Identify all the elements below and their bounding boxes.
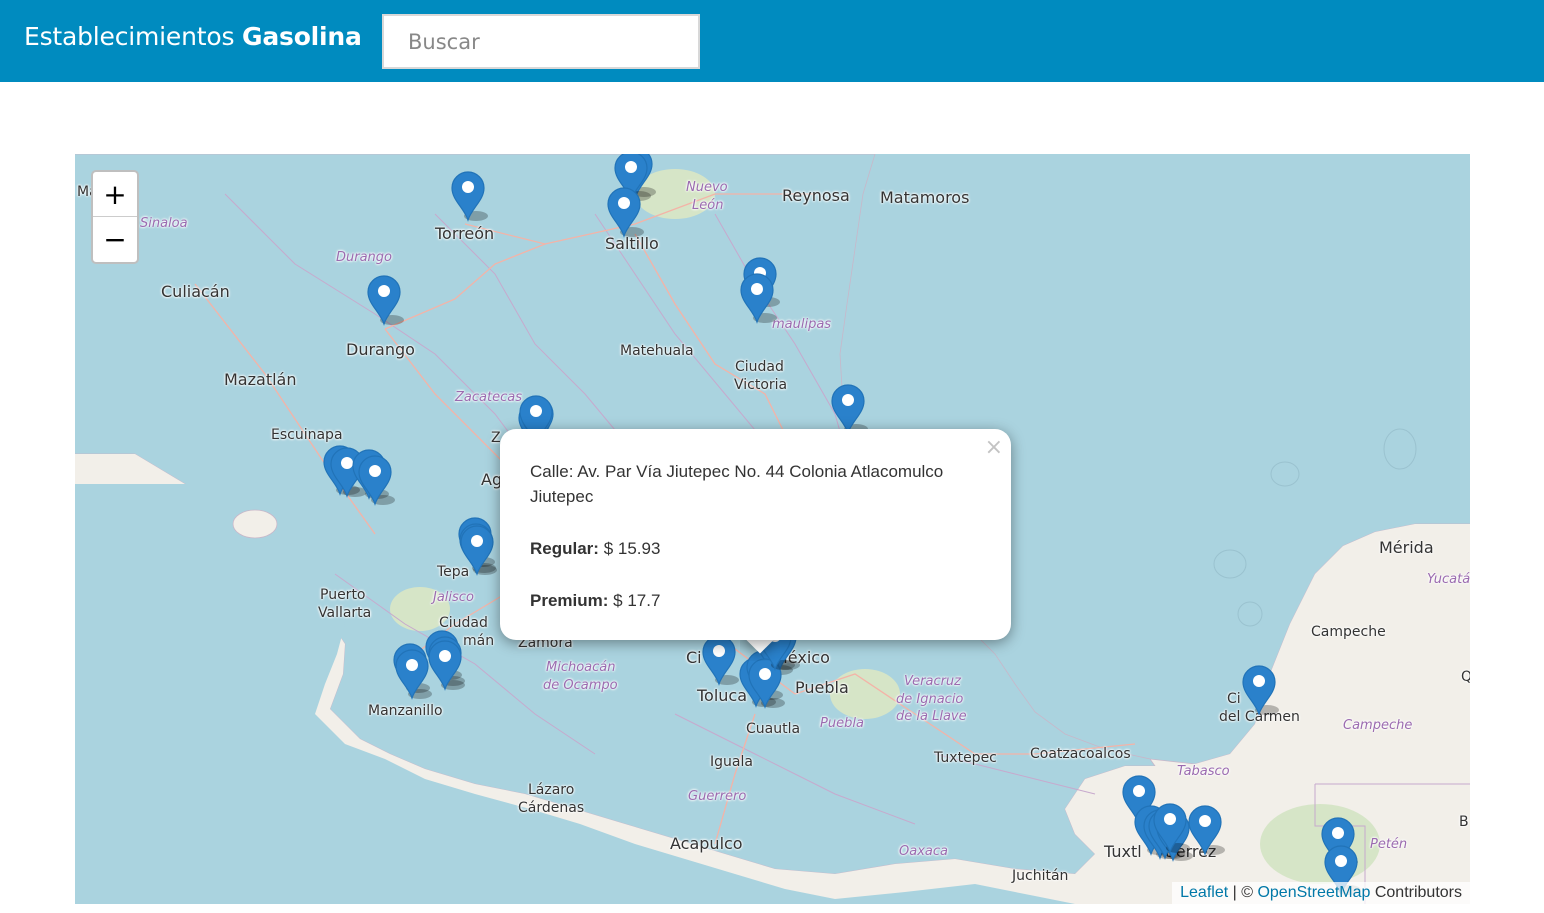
- city-label: Lázaro: [528, 782, 575, 798]
- map-marker-icon[interactable]: [606, 186, 644, 238]
- map-marker-icon[interactable]: [366, 274, 404, 326]
- city-label: Puerto: [320, 587, 366, 603]
- state-label: maulipas: [772, 317, 832, 332]
- city-label: Manzanillo: [368, 703, 443, 719]
- state-label: Veracruz: [904, 674, 961, 689]
- premium-label: Premium:: [530, 591, 609, 610]
- city-label: Acapulco: [670, 834, 743, 853]
- map-marker-icon[interactable]: [357, 454, 395, 506]
- city-label: Mérida: [1379, 538, 1434, 557]
- map-marker-icon[interactable]: [830, 383, 868, 435]
- city-label: Reynosa: [782, 186, 850, 205]
- city-label: Culiacán: [161, 282, 230, 301]
- navbar: Establecimientos Gasolina: [0, 0, 1544, 82]
- osm-link[interactable]: OpenStreetMap: [1257, 884, 1370, 901]
- state-label: Oaxaca: [899, 844, 948, 859]
- state-label: Tabasco: [1177, 764, 1230, 779]
- map-marker-icon[interactable]: [1152, 802, 1190, 854]
- station-popup: × Calle: Av. Par Vía Jiutepec No. 44 Col…: [500, 429, 1011, 640]
- map-marker-icon[interactable]: [459, 524, 497, 576]
- city-label: B: [1459, 814, 1469, 830]
- city-label: Matehuala: [620, 343, 694, 359]
- state-label: de la Llave: [896, 709, 967, 724]
- city-label: Torreón: [435, 224, 495, 243]
- popup-premium: Premium: $ 17.7: [530, 588, 981, 613]
- city-label: Ag: [481, 470, 503, 489]
- premium-price: $ 17.7: [608, 591, 661, 610]
- city-label: Campeche: [1311, 624, 1386, 640]
- city-label: Ci: [1227, 691, 1241, 707]
- state-label: Nuevo: [686, 180, 728, 195]
- zoom-out-button[interactable]: −: [93, 217, 137, 262]
- state-label: de Ignacio: [896, 692, 964, 707]
- state-label: Yucatá: [1427, 572, 1470, 587]
- state-label: Zacatecas: [455, 390, 522, 405]
- state-label: Michoacán: [546, 660, 616, 675]
- popup-tip: [740, 639, 780, 661]
- popup-address: Calle: Av. Par Vía Jiutepec No. 44 Colon…: [530, 462, 944, 506]
- zoom-control: + −: [91, 170, 139, 264]
- map-marker-icon[interactable]: [701, 634, 739, 686]
- city-label: Cuautla: [746, 721, 801, 737]
- leaflet-link[interactable]: Leaflet: [1180, 884, 1228, 901]
- city-label: Escuinapa: [271, 427, 343, 443]
- state-label: Sinaloa: [140, 216, 188, 231]
- search-input[interactable]: [382, 14, 700, 69]
- city-label: Tuxtepec: [934, 750, 997, 766]
- state-label: Puebla: [820, 716, 864, 731]
- state-label: Petén: [1370, 837, 1408, 852]
- city-label: Iguala: [710, 754, 753, 770]
- zoom-in-button[interactable]: +: [93, 172, 137, 217]
- regular-price: $ 15.93: [598, 539, 661, 558]
- city-label: Durango: [346, 340, 415, 359]
- map-marker-icon[interactable]: [739, 272, 777, 324]
- city-label: Mazatlán: [224, 370, 297, 389]
- map[interactable]: Torreón Saltillo Reynosa Matamoros Culia…: [75, 154, 1470, 904]
- city-label: Juchitán: [1012, 868, 1069, 884]
- city-label: mán: [463, 633, 495, 649]
- city-label: Victoria: [734, 377, 788, 393]
- state-label: Jalisco: [433, 590, 474, 605]
- state-label: León: [692, 198, 724, 213]
- state-label: Guerrero: [688, 789, 747, 804]
- city-label: Cárdenas: [518, 800, 585, 816]
- popup-regular: Regular: $ 15.93: [530, 536, 981, 561]
- popup-close-button[interactable]: ×: [985, 435, 1003, 460]
- brand-title[interactable]: Establecimientos Gasolina: [24, 22, 362, 51]
- city-label: Q: [1461, 669, 1470, 685]
- state-label: de Ocampo: [543, 678, 618, 693]
- city-label: Matamoros: [880, 188, 970, 207]
- state-label: Campeche: [1343, 718, 1413, 733]
- city-label: Coatzacoalcos: [1030, 746, 1131, 762]
- map-marker-icon[interactable]: [1241, 664, 1279, 716]
- attribution-separator: | ©: [1228, 884, 1258, 901]
- state-label: Durango: [336, 250, 393, 265]
- attribution-contributors: Contributors: [1370, 884, 1462, 901]
- city-label: Ciudad: [735, 359, 784, 375]
- city-label: Vallarta: [318, 605, 372, 621]
- map-marker-icon[interactable]: [450, 170, 488, 222]
- city-label: Puebla: [795, 678, 849, 697]
- map-marker-icon[interactable]: [427, 639, 465, 691]
- map-attribution: Leaflet | © OpenStreetMap Contributors: [1172, 882, 1470, 904]
- city-label: Ci: [686, 648, 702, 667]
- regular-label: Regular:: [530, 539, 599, 558]
- map-marker-icon[interactable]: [1187, 804, 1225, 856]
